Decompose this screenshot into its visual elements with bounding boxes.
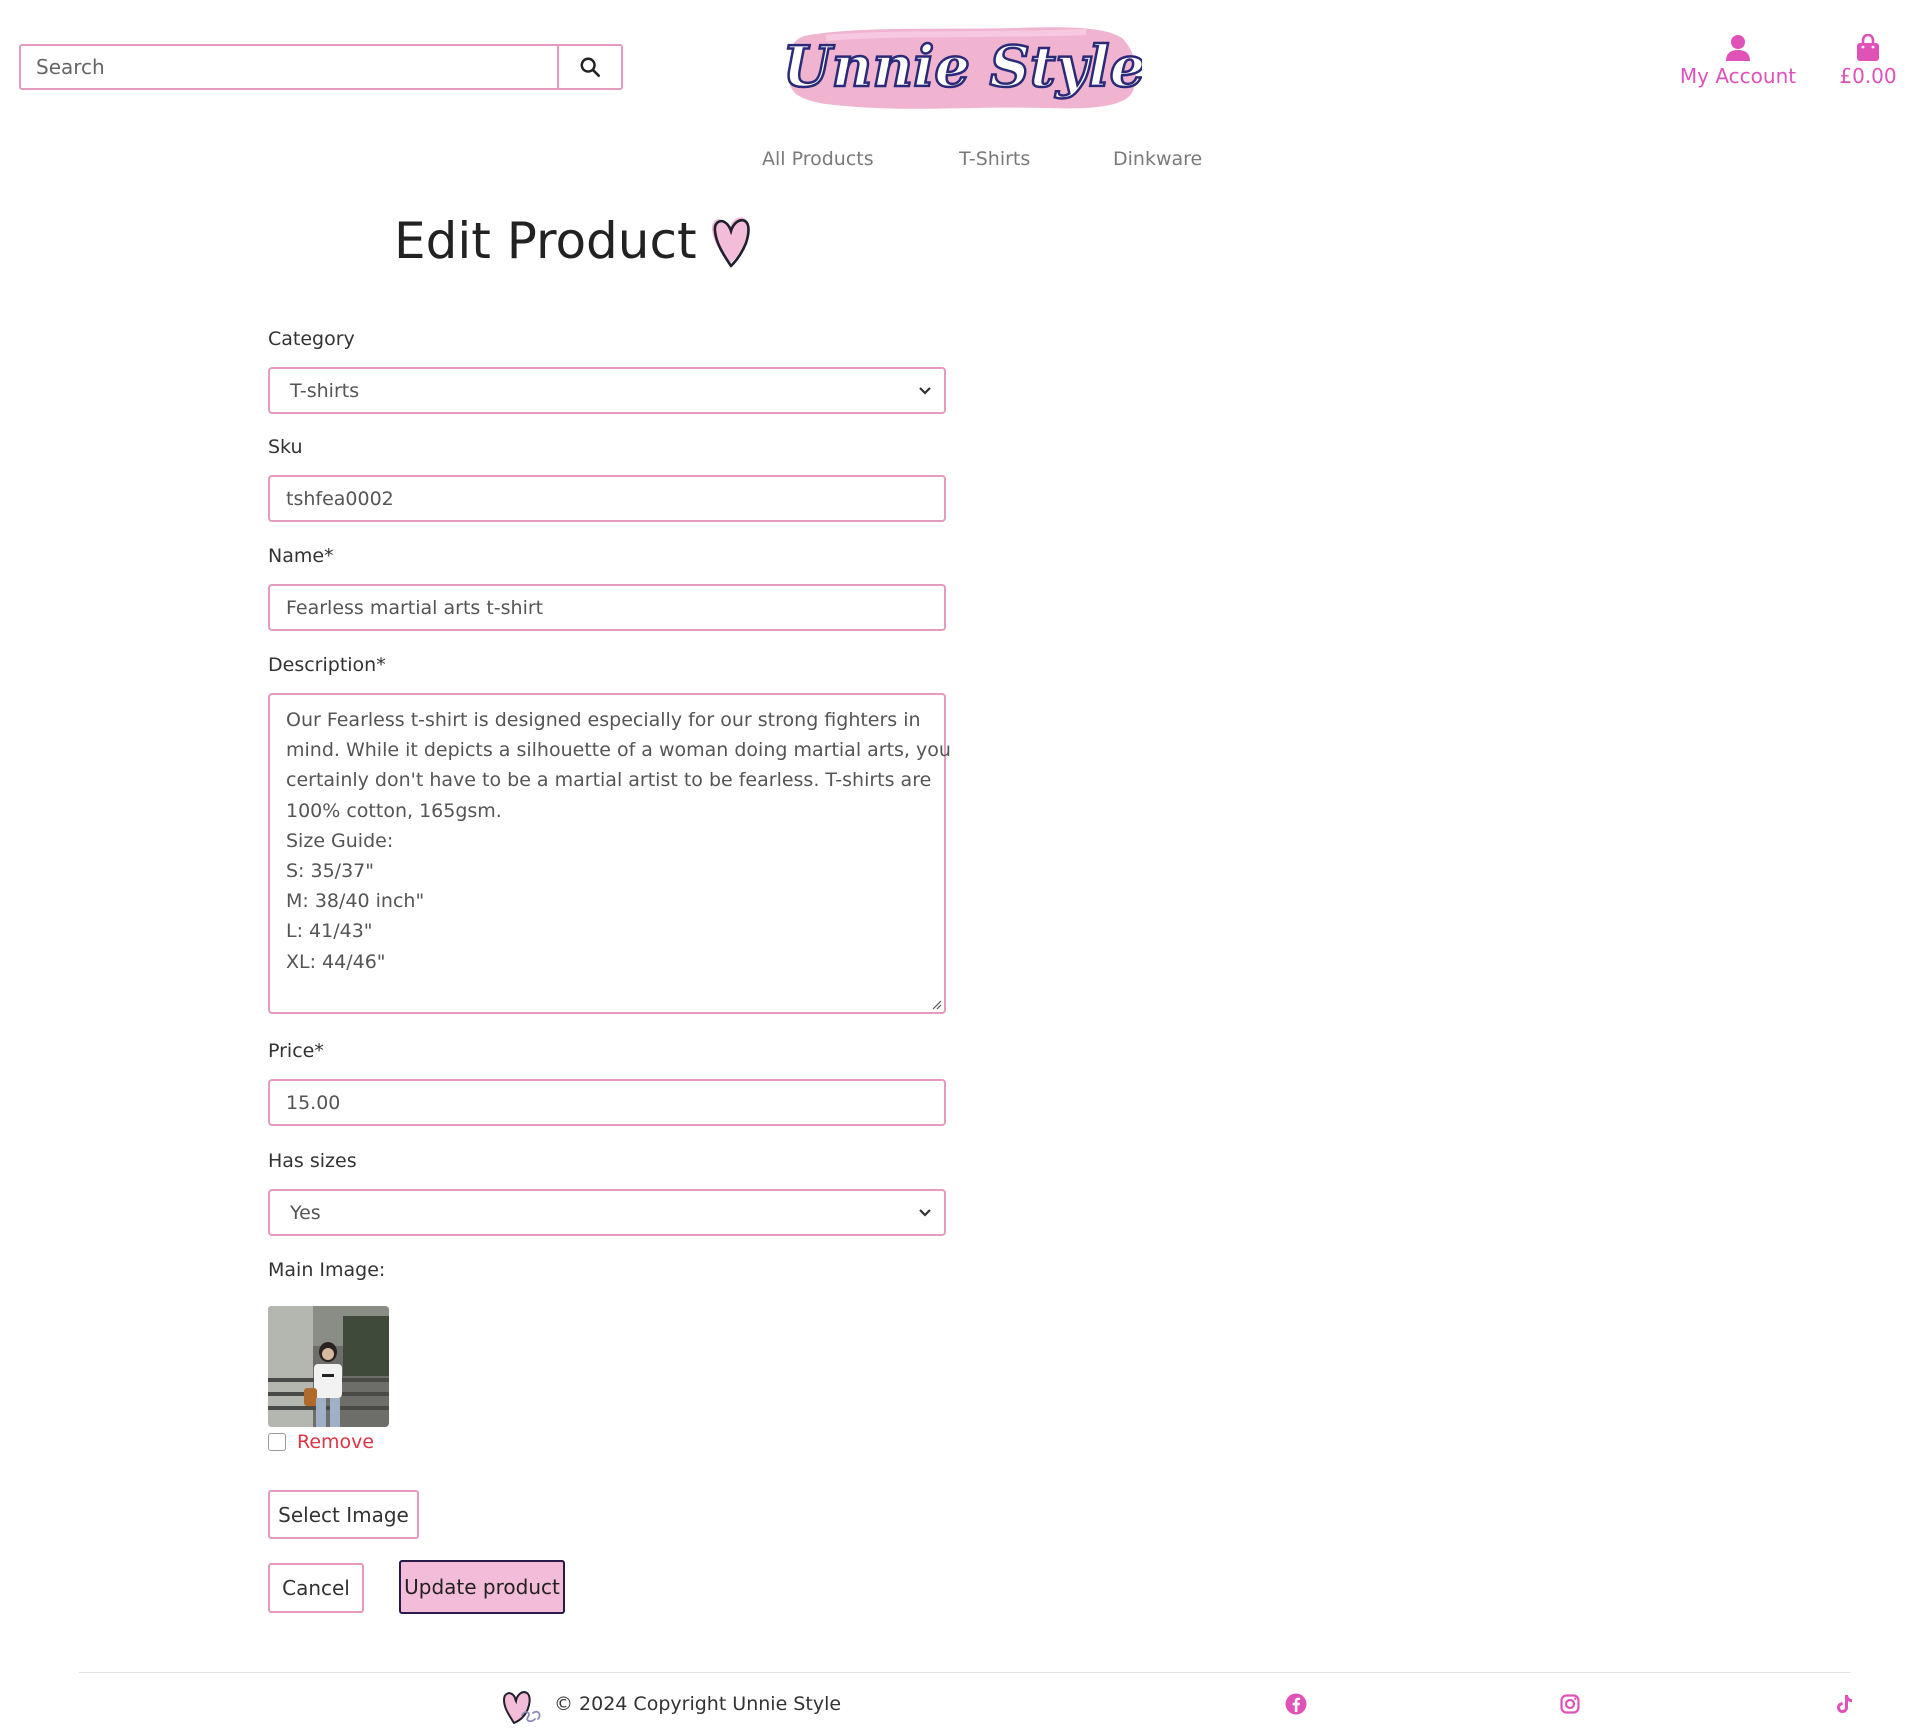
category-select[interactable]: T-shirts (268, 367, 946, 414)
description-line: certainly don't have to be a martial art… (286, 769, 932, 792)
site-logo[interactable]: Unnie Style (782, 18, 1146, 116)
description-line: Our Fearless t-shirt is designed especia… (286, 709, 921, 731)
my-account-link[interactable]: My Account (1674, 34, 1802, 88)
description-textarea[interactable]: Our Fearless t-shirt is designed especia… (268, 693, 951, 1014)
footer-divider (79, 1672, 1851, 1673)
description-label: Description* (268, 654, 386, 676)
nav-dinkware[interactable]: Dinkware (1113, 148, 1202, 170)
heart-icon (711, 217, 750, 268)
has-sizes-label: Has sizes (268, 1150, 357, 1172)
cart-total: £0.00 (1839, 64, 1897, 88)
description-line: 100% cotton, 165gsm. (286, 799, 502, 822)
resize-handle-icon[interactable] (930, 998, 942, 1010)
cart-link[interactable]: £0.00 (1830, 34, 1906, 88)
sku-label: Sku (268, 436, 303, 458)
cancel-button[interactable]: Cancel (268, 1563, 364, 1613)
category-label: Category (268, 328, 355, 350)
nav-t-shirts[interactable]: T-Shirts (959, 148, 1030, 170)
remove-image-checkbox[interactable] (268, 1433, 286, 1451)
has-sizes-value: Yes (290, 1201, 321, 1224)
logo-text: Unnie Style (786, 34, 1142, 100)
user-icon (1726, 35, 1750, 61)
main-image-label: Main Image: (268, 1259, 386, 1281)
tiktok-link[interactable] (1832, 1692, 1856, 1716)
shopping-bag-icon (1857, 34, 1879, 61)
description-line: mind. While it depicts a silhouette of a… (286, 739, 951, 762)
name-value: Fearless martial arts t-shirt (286, 596, 544, 619)
description-line: XL: 44/46" (286, 950, 386, 973)
remove-image-control: Remove (268, 1431, 374, 1453)
footer-logo (500, 1687, 544, 1727)
sku-value: tshfea0002 (286, 487, 394, 510)
instagram-link[interactable] (1558, 1692, 1582, 1716)
description-line: M: 38/40 inch" (286, 890, 425, 913)
my-account-label: My Account (1679, 64, 1797, 88)
search-bar (19, 44, 623, 90)
instagram-icon (1560, 1694, 1580, 1714)
category-value: T-shirts (290, 379, 360, 402)
name-input[interactable]: Fearless martial arts t-shirt (268, 584, 946, 631)
chevron-down-icon (919, 1208, 931, 1217)
search-icon (580, 57, 600, 77)
nav-all-products[interactable]: All Products (762, 148, 874, 170)
search-button[interactable] (557, 46, 621, 88)
chevron-down-icon (919, 386, 931, 395)
facebook-icon (1285, 1693, 1307, 1715)
price-input[interactable]: 15.00 (268, 1079, 946, 1126)
price-value: 15.00 (286, 1091, 341, 1114)
name-label: Name* (268, 545, 334, 567)
search-input[interactable] (21, 46, 557, 88)
update-product-button[interactable]: Update product (399, 1560, 565, 1614)
has-sizes-select[interactable]: Yes (268, 1189, 946, 1236)
tiktok-icon (1837, 1695, 1852, 1713)
page-title-text: Edit Product (394, 212, 697, 270)
facebook-link[interactable] (1284, 1692, 1308, 1716)
product-image-thumbnail (268, 1306, 389, 1427)
description-line: S: 35/37" (286, 860, 374, 883)
page-title: Edit Product (394, 212, 753, 270)
sku-input[interactable]: tshfea0002 (268, 475, 946, 522)
select-image-button[interactable]: Select Image (268, 1490, 419, 1539)
description-line: L: 41/43" (286, 920, 373, 943)
description-line: Size Guide: (286, 829, 394, 852)
price-label: Price* (268, 1040, 324, 1062)
remove-image-label[interactable]: Remove (297, 1431, 374, 1453)
description-text: Our Fearless t-shirt is designed especia… (286, 705, 951, 977)
copyright-text: © 2024 Copyright Unnie Style (554, 1693, 842, 1715)
